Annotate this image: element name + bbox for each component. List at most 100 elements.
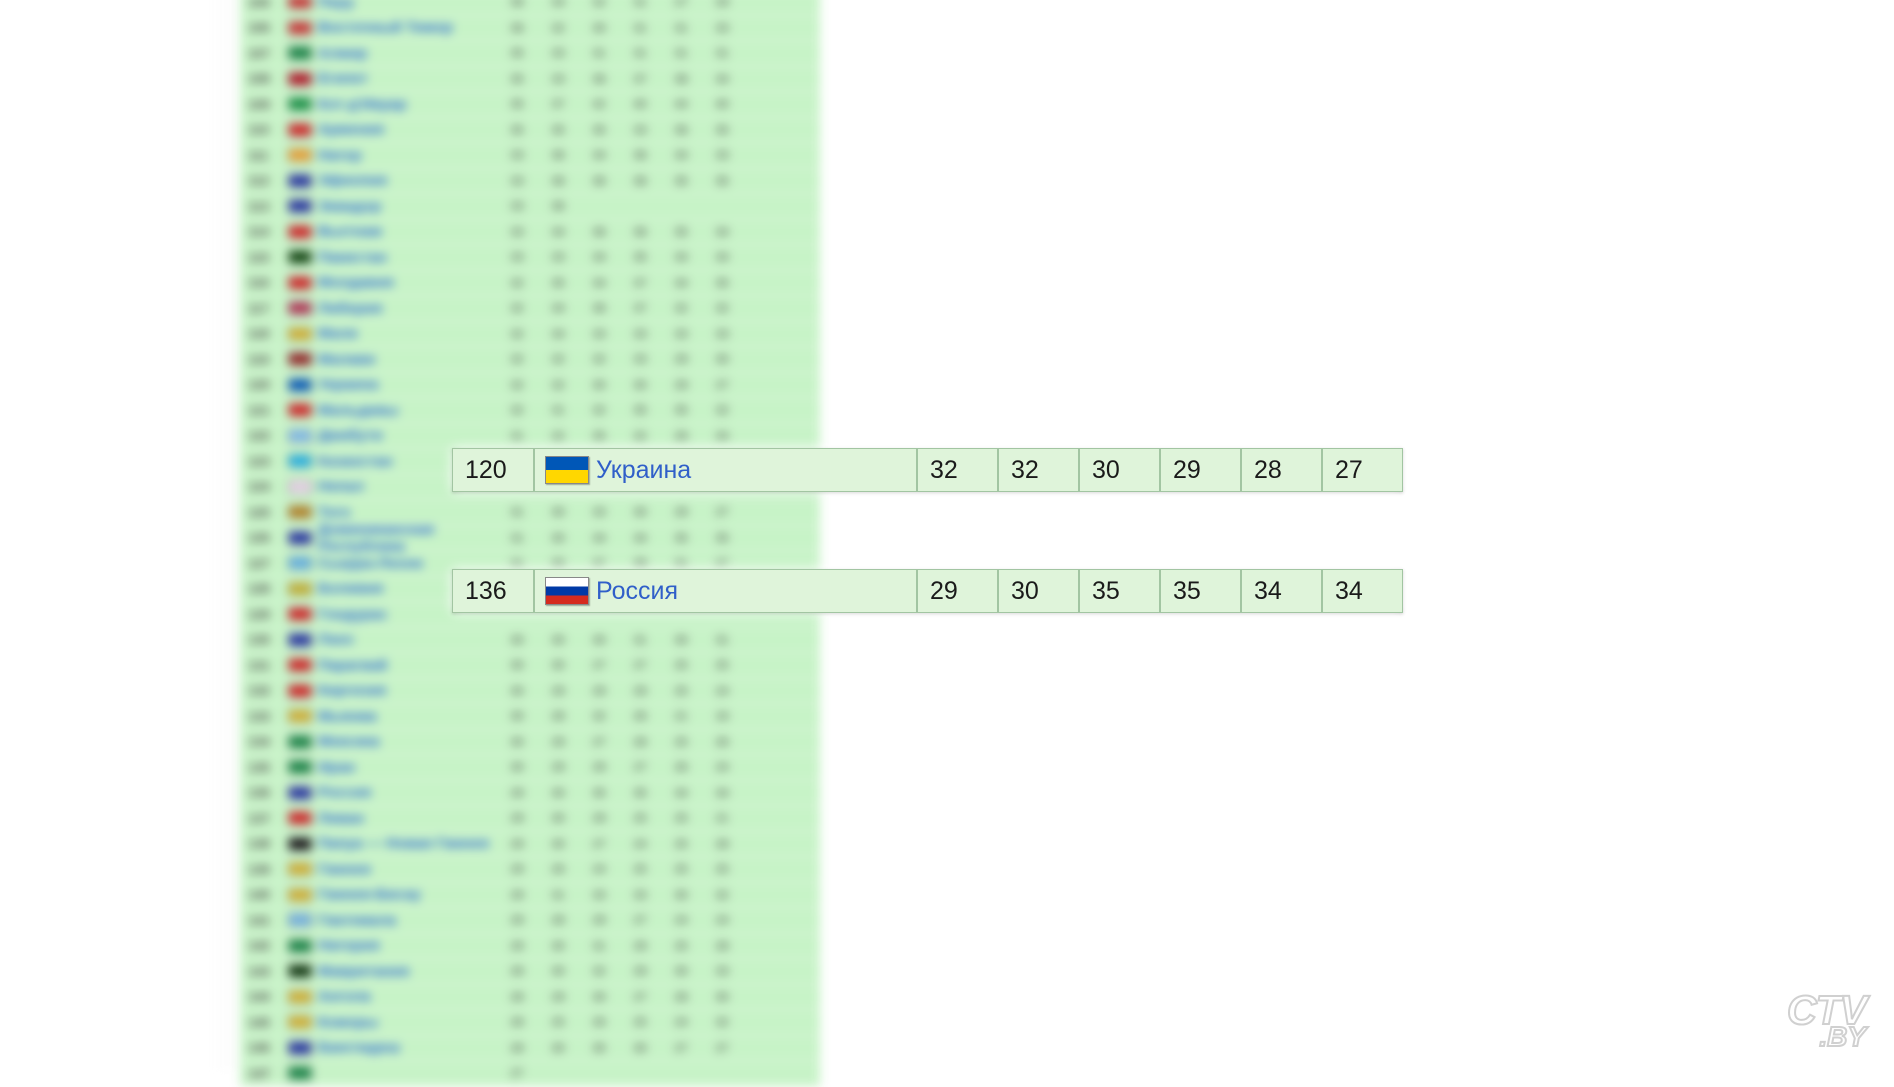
bg-score — [713, 199, 731, 213]
bg-score: 32 — [590, 352, 608, 366]
bg-score: 31 — [713, 633, 731, 647]
bg-score: 30 — [549, 658, 567, 672]
bg-score: 34 — [631, 531, 649, 545]
bg-country-name: Украина — [318, 376, 508, 393]
bg-scores: 313235322834 — [508, 429, 731, 443]
bg-country-name: Вьетнам — [318, 223, 508, 240]
bg-score: 33 — [549, 250, 567, 264]
bg-score: 29 — [549, 735, 567, 749]
bg-country-name: Бангладеш — [318, 1039, 508, 1056]
bg-score: 30 — [672, 888, 690, 902]
ctv-watermark: CTV .BY — [1787, 994, 1866, 1049]
bg-flag-icon — [288, 97, 312, 111]
bg-score: 30 — [672, 964, 690, 978]
bg-country-name: Перу — [318, 0, 508, 11]
bg-score: 24 — [590, 862, 608, 876]
bg-scores: 323132353532 — [508, 403, 731, 417]
bg-rank: 120 — [248, 377, 288, 392]
score-cell: 35 — [1160, 569, 1241, 613]
bg-score: 30 — [549, 1041, 567, 1055]
bg-score: 35 — [508, 46, 526, 60]
country-link-ukraine[interactable]: Украина — [596, 456, 691, 485]
bg-flag-icon — [288, 964, 312, 978]
bg-score: 33 — [549, 72, 567, 86]
country-link-russia[interactable]: Россия — [596, 577, 678, 606]
bg-score: 29 — [508, 811, 526, 825]
bg-scores: 292829272424 — [508, 913, 731, 927]
bg-rank: 137 — [248, 811, 288, 826]
bg-rank: 116 — [248, 275, 288, 290]
bg-score: 30 — [549, 837, 567, 851]
bg-score: 33 — [508, 174, 526, 188]
bg-table-row: 135Иран302929272624 — [240, 755, 820, 781]
bg-rank: 138 — [248, 836, 288, 851]
bg-score: 28 — [508, 964, 526, 978]
bg-score: 27 — [672, 0, 690, 9]
bg-table-row: 126Доминиканская Республика313034343535 — [240, 526, 820, 552]
bg-country-name: Гватемала — [318, 912, 508, 929]
bg-score: 28 — [508, 1041, 526, 1055]
bg-score: 28 — [672, 990, 690, 1004]
bg-score: 30 — [713, 990, 731, 1004]
bg-flag-icon — [288, 811, 312, 825]
left-edge-blur — [218, 0, 236, 1070]
highlight-row-ukraine: 120 Украина 32 32 30 29 28 27 — [452, 448, 1403, 492]
bg-table-row: 132Киргизия302929292524 — [240, 679, 820, 705]
bg-flag-icon — [288, 888, 312, 902]
bg-rank: 117 — [248, 301, 288, 316]
bg-flag-icon — [288, 301, 312, 315]
bg-rank: 143 — [248, 964, 288, 979]
bg-score: 32 — [713, 301, 731, 315]
bg-score: 30 — [508, 658, 526, 672]
bg-score: 30 — [508, 633, 526, 647]
bg-flag-icon — [288, 352, 312, 366]
bg-rank: 108 — [248, 71, 288, 86]
bg-country-name: Россия — [318, 784, 508, 801]
bg-score: 25 — [549, 1015, 567, 1029]
score-cell: 29 — [917, 569, 998, 613]
bg-score: 33 — [672, 327, 690, 341]
bg-score: 37 — [631, 72, 649, 86]
bg-score: 34 — [672, 786, 690, 800]
bg-score: 36 — [590, 174, 608, 188]
bg-flag-icon — [288, 46, 312, 60]
bg-score: 35 — [508, 97, 526, 111]
bg-score: 25 — [672, 837, 690, 851]
bg-rank: 135 — [248, 760, 288, 775]
bg-country-name: Кот-д'Ивуар — [318, 96, 508, 113]
bg-score: 25 — [713, 862, 731, 876]
score-cell: 30 — [1079, 448, 1160, 492]
bg-score: 30 — [508, 735, 526, 749]
bg-scores: 323436373232 — [508, 301, 731, 315]
bg-score: 26 — [590, 1015, 608, 1029]
bg-score: 33 — [590, 327, 608, 341]
bg-score: 25 — [672, 658, 690, 672]
bg-scores: 323230302927 — [508, 378, 731, 392]
bg-scores: 303030313031 — [508, 633, 731, 647]
bg-scores: 353331313131 — [508, 46, 731, 60]
bg-score: 27 — [631, 990, 649, 1004]
bg-score: 32 — [590, 964, 608, 978]
bg-table-row: 106Восточный Тимор363230313133 — [240, 16, 820, 42]
country-cell: Украина — [534, 448, 917, 492]
bg-scores: 282526252432 — [508, 1015, 731, 1029]
bg-score: 24 — [713, 684, 731, 698]
bg-score: 34 — [590, 148, 608, 162]
bg-flag-icon — [288, 480, 312, 494]
bg-score: 36 — [549, 199, 567, 213]
bg-score: 16 — [713, 709, 731, 723]
bg-score: 31 — [590, 939, 608, 953]
bg-country-name: Гвинея-Бисау — [318, 886, 508, 903]
russia-flag-icon — [545, 577, 589, 605]
bg-country-name: Мали — [318, 325, 508, 342]
score-cell: 34 — [1322, 569, 1403, 613]
bg-score: 29 — [549, 684, 567, 698]
bg-flag-icon — [288, 199, 312, 213]
bg-score: 35 — [508, 123, 526, 137]
bg-score: 35 — [549, 123, 567, 137]
bg-scores: 353336373834 — [508, 72, 731, 86]
bg-country-name: Армения — [318, 121, 508, 138]
bg-country-name: Доминиканская Республика — [318, 521, 508, 555]
bg-rank: 113 — [248, 199, 288, 214]
bg-score: 29 — [549, 990, 567, 1004]
